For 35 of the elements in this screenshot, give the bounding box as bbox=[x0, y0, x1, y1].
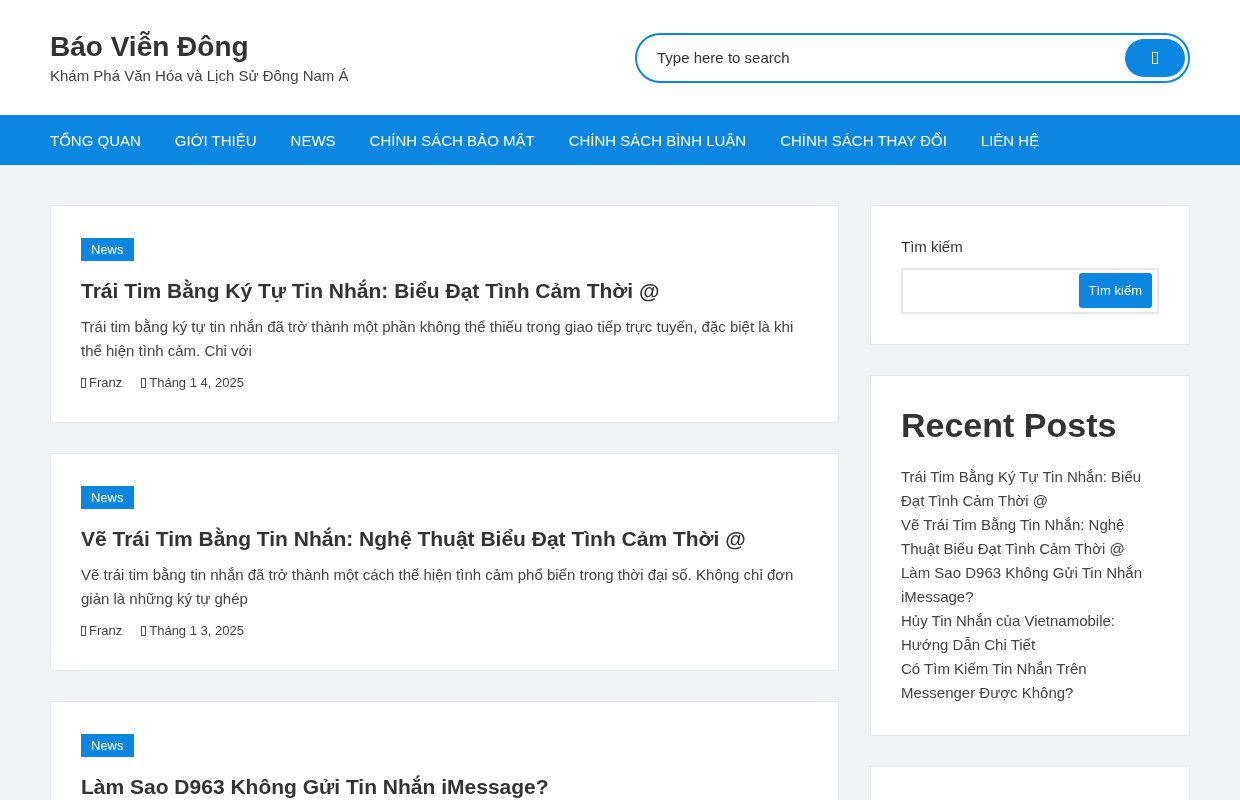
category-tag[interactable]: News bbox=[81, 734, 134, 757]
post-title[interactable]: Trái Tim Bằng Ký Tự Tin Nhắn: Biểu Đạt Tình Cảm Thời @ bbox=[81, 279, 808, 303]
site-tagline: Khám Phá Văn Hóa và Lịch Sử Đông Nam Á bbox=[50, 67, 349, 84]
recent-post-link[interactable]: Làm Sao D963 Không Gửi Tin Nhắn iMessage? bbox=[901, 561, 1159, 609]
nav-link[interactable]: CHÍNH SÁCH BẢO MẬT bbox=[369, 131, 535, 149]
missing-glyph-icon bbox=[81, 377, 86, 388]
post-author[interactable]: Franz bbox=[89, 623, 123, 638]
post-excerpt: Vẽ trái tim bằng tin nhắn đã trở thành một cách thể hiện tình cảm phổ biến trong thời đại số. Không chỉ đơn giản là những ký tự ghép bbox=[81, 565, 795, 609]
widget-label: Tìm kiếm bbox=[901, 238, 964, 255]
recent-post-link[interactable]: Trái Tim Bằng Ký Tự Tin Nhắn: Biểu Đạt Tình Cảm Thời @ bbox=[901, 465, 1159, 513]
missing-glyph-icon bbox=[1152, 51, 1158, 64]
nav-link[interactable]: CHÍNH SÁCH BÌNH LUẬN bbox=[568, 131, 747, 149]
nav-link[interactable]: CHÍNH SÁCH THAY ĐỔI bbox=[780, 131, 947, 149]
sidebar-search-button[interactable]: Tìm kiếm bbox=[1078, 273, 1152, 308]
recent-post-link[interactable]: Có Tìm Kiếm Tin Nhắn Trên Messenger Được Không? bbox=[901, 657, 1159, 705]
nav-link[interactable]: LIÊN HỆ bbox=[980, 131, 1040, 149]
recent-post-link[interactable]: Vẽ Trái Tim Bằng Tin Nhắn: Nghệ Thuật Biểu Đạt Tình Cảm Thời @ bbox=[901, 513, 1159, 561]
nav-link[interactable]: GIỚI THIỆU bbox=[174, 131, 257, 149]
post-author[interactable]: Franz bbox=[89, 375, 123, 390]
recent-post-link[interactable]: Hủy Tin Nhắn của Vietnamobile: Hướng Dẫn Chi Tiết bbox=[901, 609, 1159, 657]
missing-glyph-icon bbox=[141, 377, 147, 388]
category-tag[interactable]: News bbox=[81, 486, 134, 509]
nav-link[interactable]: NEWS bbox=[290, 131, 336, 149]
site-title[interactable]: Báo Viễn Đông bbox=[50, 31, 349, 63]
post-title[interactable]: Vẽ Trái Tim Bằng Tin Nhắn: Nghệ Thuật Biểu Đạt Tình Cảm Thời @ bbox=[81, 527, 808, 551]
post-title[interactable]: Làm Sao D963 Không Gửi Tin Nhắn iMessage? bbox=[81, 775, 808, 799]
nav-link[interactable]: TỔNG QUAN bbox=[50, 131, 141, 149]
search-field[interactable]: Type here to search bbox=[635, 32, 1190, 83]
post-excerpt: Trái tim bằng ký tự tin nhắn đã trở thành một phần không thể thiếu trong giao tiếp trực tuyến, đặc biệt là khi thể hiện tình cảm. Chỉ với bbox=[81, 317, 795, 361]
category-tag[interactable]: News bbox=[81, 238, 134, 261]
widget-title: Recent Posts bbox=[901, 406, 1118, 445]
missing-glyph-icon bbox=[141, 625, 147, 636]
post-date[interactable]: Tháng 1 4, 2025 bbox=[149, 375, 244, 390]
missing-glyph-icon bbox=[81, 625, 86, 636]
post-date[interactable]: Tháng 1 3, 2025 bbox=[149, 623, 244, 638]
